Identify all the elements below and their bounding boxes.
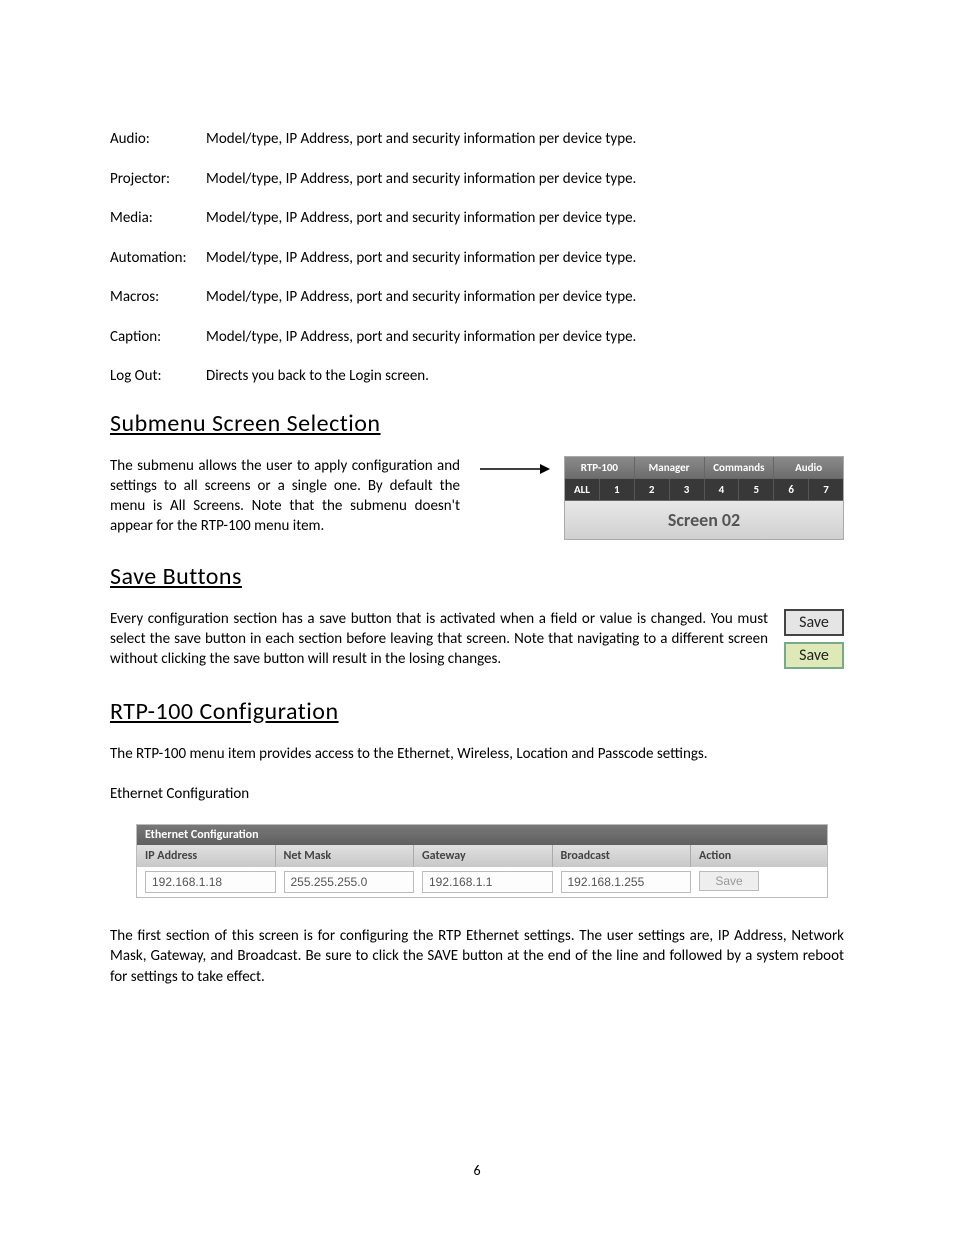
def-desc: Model/type, IP Address, port and securit… (206, 170, 844, 190)
col-mask: Net Mask (275, 845, 414, 867)
rtp-after-paragraph: The first section of this screen is for … (110, 926, 844, 987)
submenu-subtab[interactable]: ALL (565, 479, 600, 500)
col-ip: IP Address (137, 845, 275, 867)
submenu-subtab[interactable]: 4 (705, 479, 740, 500)
save-button-inactive[interactable]: Save (784, 609, 844, 636)
save-button-active[interactable]: Save (784, 642, 844, 669)
submenu-subtab[interactable]: 6 (774, 479, 809, 500)
col-broadcast: Broadcast (552, 845, 691, 867)
def-desc: Model/type, IP Address, port and securit… (206, 288, 844, 308)
heading-save: Save Buttons (110, 562, 844, 591)
submenu-widget: RTP-100 Manager Commands Audio ALL 1 2 3… (564, 456, 844, 540)
def-desc: Model/type, IP Address, port and securit… (206, 328, 844, 348)
definitions-list: Audio:Model/type, IP Address, port and s… (110, 130, 844, 387)
def-desc: Model/type, IP Address, port and securit… (206, 209, 844, 229)
submenu-subtab[interactable]: 1 (600, 479, 635, 500)
ip-input[interactable] (145, 871, 276, 893)
broadcast-input[interactable] (561, 871, 692, 893)
eth-save-button[interactable]: Save (699, 871, 759, 891)
def-term: Caption: (110, 328, 206, 348)
heading-submenu: Submenu Screen Selection (110, 409, 844, 438)
def-term: Log Out: (110, 367, 206, 387)
col-action: Action (690, 845, 827, 867)
submenu-tab[interactable]: RTP-100 (565, 457, 635, 478)
def-term: Audio: (110, 130, 206, 150)
def-term: Macros: (110, 288, 206, 308)
submenu-paragraph: The submenu allows the user to apply con… (110, 456, 460, 537)
gateway-input[interactable] (422, 871, 553, 893)
submenu-subtab[interactable]: 3 (670, 479, 705, 500)
ethernet-label: Ethernet Configuration (110, 784, 844, 804)
def-desc: Model/type, IP Address, port and securit… (206, 130, 844, 150)
submenu-screen-title: Screen 02 (565, 501, 843, 539)
submenu-tab[interactable]: Commands (705, 457, 775, 478)
def-term: Media: (110, 209, 206, 229)
submenu-subtab[interactable]: 2 (635, 479, 670, 500)
ethernet-config-panel: Ethernet Configuration IP Address Net Ma… (136, 824, 828, 898)
arrow-icon (480, 462, 550, 476)
submenu-tab[interactable]: Audio (774, 457, 843, 478)
submenu-subtab[interactable]: 7 (809, 479, 843, 500)
def-term: Projector: (110, 170, 206, 190)
rtp-intro: The RTP-100 menu item provides access to… (110, 744, 844, 764)
save-paragraph: Every configuration section has a save b… (110, 609, 784, 670)
def-desc: Directs you back to the Login screen. (206, 367, 844, 387)
heading-rtp: RTP-100 Configuration (110, 697, 844, 726)
submenu-subtab[interactable]: 5 (739, 479, 774, 500)
submenu-tab[interactable]: Manager (635, 457, 705, 478)
def-term: Automation: (110, 249, 206, 269)
def-desc: Model/type, IP Address, port and securit… (206, 249, 844, 269)
col-gateway: Gateway (413, 845, 552, 867)
mask-input[interactable] (284, 871, 415, 893)
page-number: 6 (0, 1162, 954, 1179)
panel-title: Ethernet Configuration (145, 828, 259, 842)
